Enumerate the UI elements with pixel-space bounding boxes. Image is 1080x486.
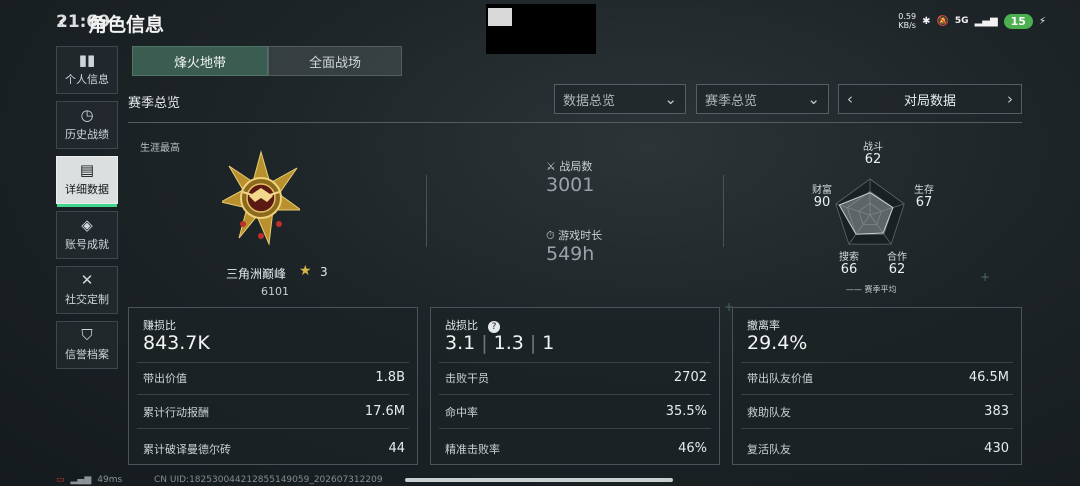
star-icon: ★ — [299, 263, 312, 279]
stat-row: 累计行动报酬 17.6M — [143, 404, 405, 419]
extraction-rate-value: 29.4% — [747, 332, 808, 354]
chevron-down-icon: ⌄ — [807, 90, 820, 108]
data-overview-dropdown[interactable]: 数据总览 ⌄ — [554, 84, 686, 114]
user-uid: CN UID:182530044212855149059_20260731220… — [154, 475, 383, 485]
bluetooth-icon: ✱ — [922, 15, 931, 27]
sidebar-item-social[interactable]: ✕ 社交定制 — [56, 266, 118, 314]
playtime-value: 549h — [546, 243, 595, 265]
rank-badge-icon — [222, 150, 300, 246]
sidebar-item-personal-info[interactable]: ▮▮ 个人信息 — [56, 46, 118, 94]
sidebar-item-label: 账号成就 — [65, 238, 109, 251]
radar-legend: —— 赛季平均 — [846, 285, 897, 294]
tab-hazard-zone[interactable]: 烽火地带 — [132, 46, 268, 76]
stat-row: 复活队友 430 — [747, 441, 1009, 456]
dropdown-value: 赛季总览 — [705, 93, 758, 109]
profit-card: 赚损比 843.7K 带出价值 1.8B 累计行动报酬 17.6M 累计破译曼德尔砖… — [128, 307, 418, 465]
crossed-swords-icon: ⚔ — [546, 160, 556, 173]
kd-ratio-value: 3.1 | 1.3 | 1 — [445, 332, 555, 354]
sidebar-item-label: 个人信息 — [65, 73, 109, 86]
stat-row: 救助队友 383 — [747, 404, 1009, 419]
chevron-down-icon: ⌄ — [664, 90, 677, 108]
network-label: 5G — [954, 16, 969, 26]
radar-axis-label: 生存 — [914, 185, 934, 196]
battery-indicator: 15 — [1003, 13, 1033, 29]
signal-icon: ▂▄▆ — [974, 15, 998, 27]
combat-card: 战损比? 3.1 | 1.3 | 1 击败干员 2702 命中率 35.5% 精准击败率 46… — [430, 307, 720, 465]
stat-row: 带出队友价值 46.5M — [747, 370, 1009, 385]
profit-ratio-value: 843.7K — [143, 332, 210, 354]
sidebar-item-credit[interactable]: ⛉ 信誉档案 — [56, 321, 118, 369]
chevron-right-icon[interactable]: › — [1007, 90, 1013, 108]
tab-full-battlefield[interactable]: 全面战场 — [268, 46, 402, 76]
vertical-divider — [426, 175, 427, 247]
ping-value: 49ms — [97, 475, 123, 485]
card-heading: 赚损比 — [143, 319, 176, 332]
radar-axis-value: 62 — [888, 262, 906, 277]
section-divider — [128, 122, 1022, 123]
radar-axis-value: 62 — [864, 152, 882, 167]
extraction-card: 撤离率 29.4% 带出队友价值 46.5M 救助队友 383 复活队友 430 — [732, 307, 1022, 465]
sidebar-item-label: 社交定制 — [65, 293, 109, 306]
decor-plus-icon: + — [980, 270, 991, 284]
folder-icon: ▤ — [79, 161, 95, 179]
stopwatch-icon: ⏱ — [546, 229, 555, 242]
selector-value: 对局数据 — [903, 93, 956, 109]
sidebar-item-label: 历史战绩 — [65, 128, 109, 141]
vertical-divider — [723, 175, 724, 247]
rank-name: 三角洲巅峰 — [226, 267, 287, 281]
home-indicator[interactable] — [405, 478, 673, 482]
stat-row: 击败干员 2702 — [445, 370, 707, 385]
tools-icon: ✕ — [80, 271, 94, 289]
playtime-label: ⏱ 游戏时长 — [546, 229, 603, 242]
match-data-selector[interactable]: ‹ 对局数据 › — [838, 84, 1022, 114]
card-heading: 战损比? — [445, 317, 500, 333]
clock-icon: ◷ — [80, 106, 94, 124]
sidebar-item-achievements[interactable]: ◈ 账号成就 — [56, 211, 118, 259]
matches-value: 3001 — [546, 174, 595, 196]
bar-chart-icon: ▮▮ — [78, 51, 96, 69]
diamond-medal-icon: ◈ — [81, 216, 93, 234]
radar-axis-label: 财富 — [812, 185, 832, 196]
signal-icon: ▂▄▆ — [70, 475, 92, 485]
radar-axis-value: 90 — [813, 195, 831, 210]
radar-axis-label: 搜索 — [839, 252, 859, 263]
radar-axis-value: 67 — [915, 195, 933, 210]
charging-icon: ⚡ — [1038, 15, 1046, 27]
rank-score: 6101 — [261, 285, 289, 298]
sidebar-item-label: 信誉档案 — [65, 348, 109, 361]
sidebar-item-history[interactable]: ◷ 历史战绩 — [56, 101, 118, 149]
rank-stars: 3 — [320, 265, 328, 279]
stat-row: 累计破译曼德尔砖 44 — [143, 441, 405, 456]
sidebar-item-detailed-data[interactable]: ▤ 详细数据 — [56, 156, 118, 207]
status-icons: 0.59 KB/s ✱ 🔕 5G ▂▄▆ 15 ⚡ — [898, 12, 1046, 30]
stat-row: 带出价值 1.8B — [143, 370, 405, 385]
radar-axis-label: 战斗 — [863, 142, 883, 153]
dropdown-value: 数据总览 — [563, 93, 616, 109]
legend-line: —— — [846, 285, 862, 294]
decor-plus-icon: + — [724, 300, 735, 314]
season-overview-dropdown[interactable]: 赛季总览 ⌄ — [696, 84, 829, 114]
chevron-left-icon[interactable]: ‹ — [847, 90, 853, 108]
career-best-label: 生涯最高 — [140, 143, 180, 154]
radar-axis-value: 66 — [840, 262, 858, 277]
net-speed: 0.59 KB/s — [898, 12, 917, 30]
network-status: ▭ ▂▄▆ 49ms — [56, 475, 122, 485]
sidebar-item-label: 详细数据 — [65, 183, 109, 196]
page-title: 角色信息 — [88, 14, 165, 36]
mute-icon: 🔕 — [936, 15, 949, 27]
redacted-thumbnail — [488, 8, 512, 26]
matches-label: ⚔ 战局数 — [546, 160, 593, 173]
stat-row: 命中率 35.5% — [445, 404, 707, 419]
section-title: 赛季总览 — [128, 96, 181, 111]
battery-low-icon: ▭ — [56, 475, 65, 485]
shield-icon: ⛉ — [81, 326, 93, 344]
card-heading: 撤离率 — [747, 319, 780, 332]
stat-row: 精准击败率 46% — [445, 441, 707, 456]
radar-axis-label: 合作 — [887, 252, 907, 263]
